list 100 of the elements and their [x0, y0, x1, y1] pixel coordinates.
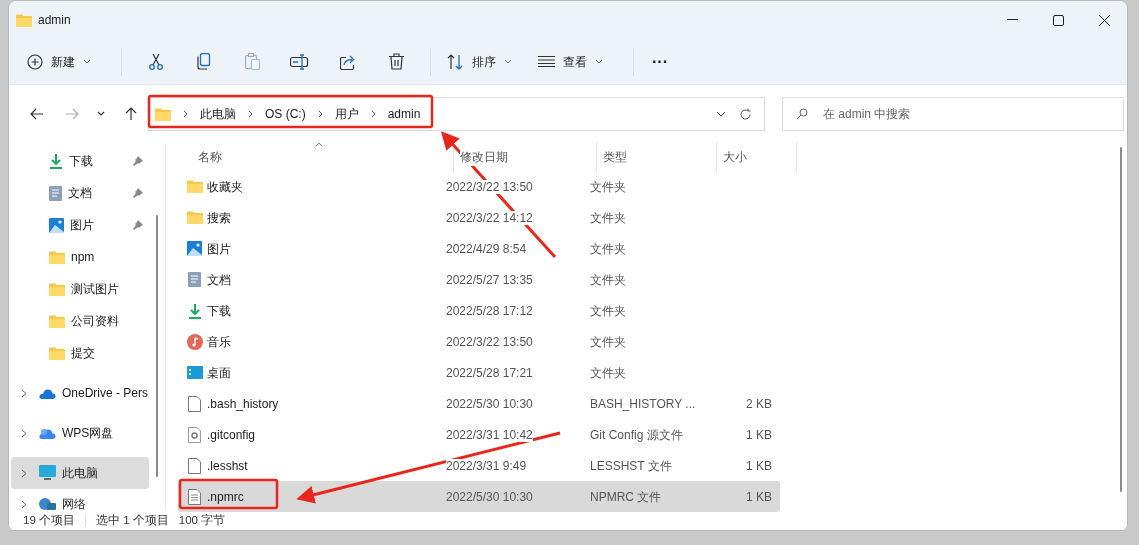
- file-row[interactable]: .bash_history 2022/5/30 10:30 BASH_HISTORY ... 2 KB: [178, 388, 780, 419]
- file-name: 图片: [207, 240, 231, 258]
- table-cell: 文件夹: [590, 365, 626, 380]
- table-cell: 文件夹: [590, 241, 626, 256]
- file-name: .lesshst: [207, 457, 248, 475]
- sort-icon: [447, 53, 464, 70]
- chevron-icon: [317, 110, 323, 118]
- paste-icon: [244, 53, 260, 70]
- sidebar-label: 下载: [69, 153, 93, 170]
- column-header[interactable]: 类型: [603, 148, 627, 166]
- table-cell: 文件夹: [590, 210, 626, 225]
- picture-icon: [49, 217, 64, 233]
- refresh-icon[interactable]: [739, 107, 752, 121]
- sidebar-item[interactable]: 图片: [11, 209, 149, 241]
- scrollbar[interactable]: [1120, 147, 1122, 492]
- pin-icon: [133, 220, 143, 230]
- file-name: 搜索: [207, 209, 231, 227]
- sidebar-item[interactable]: OneDrive - Pers: [11, 377, 149, 409]
- breadcrumb-item[interactable]: OS (C:): [265, 105, 306, 123]
- file-name: .npmrc: [207, 488, 244, 506]
- sidebar-item[interactable]: 提交: [11, 337, 149, 369]
- folder-icon: [155, 107, 171, 121]
- sidebar-item[interactable]: WPS网盘: [11, 417, 149, 449]
- delete-icon: [388, 53, 404, 70]
- file-icon: [188, 395, 201, 412]
- table-cell: 文件夹: [590, 179, 626, 194]
- close-icon: [1098, 14, 1110, 26]
- arrow-icon: [64, 107, 79, 121]
- sort-caret-icon: [315, 142, 323, 147]
- table-cell: 文件夹: [590, 272, 626, 287]
- desktop-icon: [186, 366, 203, 379]
- sidebar-label: WPS网盘: [62, 425, 114, 442]
- breadcrumb-item[interactable]: admin: [387, 105, 421, 123]
- sidebar-item[interactable]: 测试图片: [11, 273, 149, 305]
- table-cell: 2022/5/30 10:30: [446, 396, 533, 411]
- computer-icon: [39, 465, 56, 481]
- folder-icon: [186, 211, 203, 224]
- file-icon: [188, 488, 201, 505]
- breadcrumb-item[interactable]: 用户: [334, 105, 359, 123]
- chevron-icon[interactable]: [21, 428, 27, 438]
- file-name: 收藏夹: [207, 178, 243, 196]
- file-icon: [188, 426, 201, 443]
- file-row[interactable]: 文档 2022/5/27 13:35 文件夹: [178, 264, 780, 295]
- chevron-icon[interactable]: [21, 468, 27, 478]
- folder-icon: [49, 314, 65, 328]
- sidebar-label: OneDrive - Pers: [62, 385, 149, 402]
- pin-icon: [133, 188, 143, 198]
- cloud-icon: [39, 387, 56, 399]
- address-bar[interactable]: 此电脑 OS (C:) 用户 admin: [148, 97, 765, 131]
- file-row[interactable]: 收藏夹 2022/3/22 13:50 文件夹: [178, 171, 780, 202]
- sidebar-label: 提交: [71, 345, 95, 362]
- cloud-icon: [39, 426, 56, 440]
- sidebar-item[interactable]: 下载: [11, 145, 149, 177]
- document-icon: [188, 272, 201, 287]
- file-name: 桌面: [207, 364, 231, 382]
- toolbar-menu-button[interactable]: 查看: [532, 44, 609, 79]
- table-cell: 2022/3/22 13:50: [446, 179, 533, 194]
- table-cell: 2022/4/29 8:54: [446, 241, 527, 256]
- file-name: 文档: [207, 271, 231, 289]
- minimize-icon: [1006, 19, 1018, 21]
- column-header[interactable]: 名称: [198, 148, 222, 166]
- download-icon: [49, 153, 63, 169]
- file-row[interactable]: .lesshst 2022/3/31 9:49 LESSHST 文件 1 KB: [178, 450, 780, 481]
- sidebar-item[interactable]: npm: [11, 241, 149, 273]
- file-name: .bash_history: [207, 395, 279, 413]
- chevron-icon[interactable]: [21, 388, 27, 398]
- sidebar-item[interactable]: 公司资料: [11, 305, 149, 337]
- sidebar-item[interactable]: 此电脑: [11, 457, 149, 489]
- more-button[interactable]: ···: [644, 44, 676, 79]
- document-icon: [49, 185, 62, 201]
- file-row[interactable]: 图片 2022/4/29 8:54 文件夹: [178, 233, 780, 264]
- file-row[interactable]: 搜索 2022/3/22 14:12 文件夹: [178, 202, 780, 233]
- column-header[interactable]: 修改日期: [460, 148, 508, 166]
- table-cell: 2022/3/31 10:42: [446, 427, 533, 442]
- picture-icon: [187, 241, 202, 256]
- file-row[interactable]: .gitconfig 2022/3/31 10:42 Git Config 源文件 1 KB: [178, 419, 780, 450]
- toolbar-menu-button[interactable]: 排序: [441, 44, 518, 79]
- sidebar-item[interactable]: 网络: [11, 492, 149, 511]
- table-cell: LESSHST 文件: [590, 458, 672, 473]
- file-row[interactable]: 音乐 2022/3/22 13:50 文件夹: [178, 326, 780, 357]
- sidebar-label: npm: [71, 249, 95, 266]
- column-header[interactable]: 大小: [723, 148, 747, 166]
- scrollbar[interactable]: [156, 215, 158, 477]
- file-row[interactable]: 桌面 2022/5/28 17:21 文件夹: [178, 357, 780, 388]
- table-cell: 文件夹: [590, 303, 626, 318]
- network-icon: [39, 497, 56, 511]
- view-icon: [538, 56, 555, 67]
- caret-icon: [504, 59, 512, 64]
- dropdown-icon[interactable]: [716, 111, 726, 117]
- table-cell: 2022/5/28 17:21: [446, 365, 533, 380]
- search-field[interactable]: 在 admin 中搜索: [782, 97, 1124, 131]
- arrow-icon: [29, 107, 44, 121]
- chevron-icon[interactable]: [21, 499, 27, 509]
- share-icon: [339, 53, 357, 70]
- toolbar-menu-button[interactable]: 新建: [21, 44, 97, 79]
- file-row[interactable]: 下载 2022/5/28 17:12 文件夹: [178, 295, 780, 326]
- file-row[interactable]: .npmrc 2022/5/30 10:30 NPMRC 文件 1 KB: [178, 481, 780, 512]
- breadcrumb-item[interactable]: 此电脑: [200, 105, 236, 123]
- window-title: admin: [38, 12, 71, 29]
- sidebar-item[interactable]: 文档: [11, 177, 149, 209]
